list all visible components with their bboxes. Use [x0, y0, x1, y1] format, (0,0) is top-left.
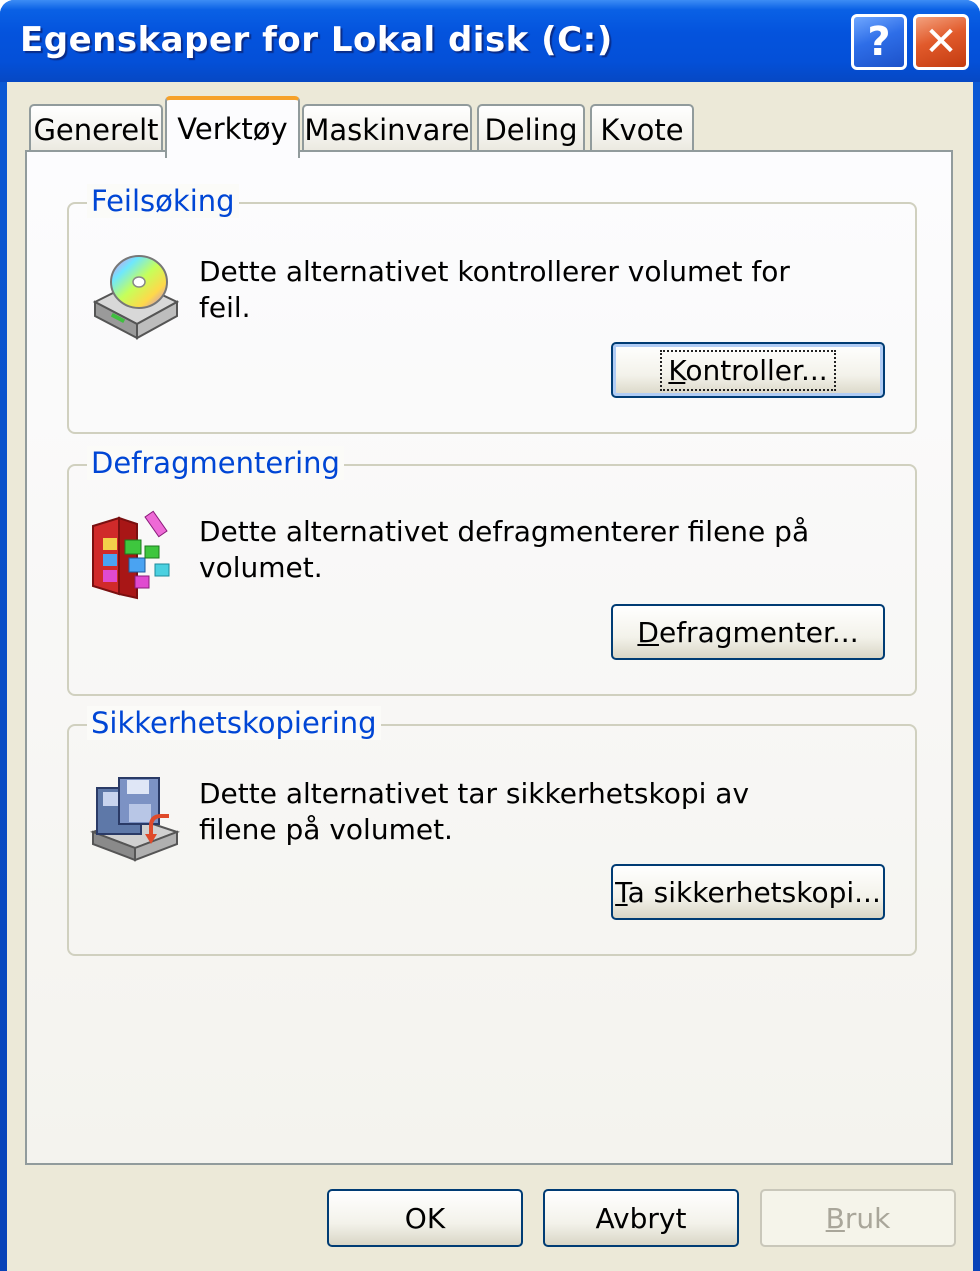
group-description: Dette alternativet kontrollerer volumet …: [199, 255, 790, 324]
button-label-rest: ruk: [844, 1201, 891, 1235]
tab-panel-verktoy: Feilsøking Dette alternativet kontroller…: [25, 150, 953, 1165]
group-description: Dette alternativet defragmenterer filene…: [199, 515, 810, 584]
group-description: Dette alternativet tar sikkerhetskopi av…: [199, 777, 750, 846]
help-icon: ?: [867, 19, 891, 65]
button-label-rest: ontroller...: [685, 353, 828, 387]
check-now-button[interactable]: Kontroller...: [611, 342, 885, 398]
tab-maskinvare[interactable]: Maskinvare: [302, 104, 472, 154]
group-error-check: Feilsøking Dette alternativet kontroller…: [67, 184, 917, 434]
defragment-now-button[interactable]: Defragmenter...: [611, 604, 885, 660]
button-label: Avbryt: [595, 1201, 687, 1235]
tab-label: Generelt: [33, 113, 159, 147]
button-label-rest: a sikkerhetskopi...: [627, 875, 881, 909]
tab-verktoy[interactable]: Verktøy: [165, 96, 300, 158]
tab-generelt[interactable]: Generelt: [29, 104, 163, 154]
button-label: Ta sikkerhetskopi...: [615, 876, 881, 909]
mnemonic: K: [668, 353, 686, 387]
ok-button[interactable]: OK: [327, 1189, 523, 1247]
tab-label: Deling: [484, 113, 578, 147]
close-button[interactable]: ✕: [913, 14, 969, 70]
group-title: Feilsøking: [87, 184, 239, 218]
group-defrag: Defragmentering Dette alternativet defra…: [67, 446, 917, 696]
tab-kvote[interactable]: Kvote: [590, 104, 694, 154]
mnemonic: T: [615, 875, 628, 909]
button-label: Defragmenter...: [637, 616, 858, 649]
mnemonic: D: [637, 615, 659, 649]
tab-label: Kvote: [600, 113, 684, 147]
properties-window: Egenskaper for Lokal disk (C:) ? ✕ Gener…: [0, 0, 980, 1271]
disk-check-icon: [89, 252, 181, 346]
button-label-rest: efragmenter...: [658, 615, 859, 649]
defrag-icon: [89, 510, 181, 606]
tab-deling[interactable]: Deling: [477, 104, 585, 154]
mnemonic: B: [825, 1201, 845, 1235]
button-label: Bruk: [826, 1202, 891, 1235]
backup-now-button[interactable]: Ta sikkerhetskopi...: [611, 864, 885, 920]
apply-button[interactable]: Bruk: [760, 1189, 956, 1247]
title-bar[interactable]: Egenskaper for Lokal disk (C:) ? ✕: [0, 0, 980, 82]
group-title: Defragmentering: [87, 446, 344, 480]
window-title: Egenskaper for Lokal disk (C:): [20, 20, 613, 60]
group-title: Sikkerhetskopiering: [87, 706, 381, 740]
dialog-body: Generelt Verktøy Maskinvare Deling Kvote…: [7, 82, 973, 1271]
tab-label: Maskinvare: [304, 113, 470, 147]
help-button[interactable]: ?: [851, 14, 907, 70]
button-label: Kontroller...: [660, 349, 836, 391]
group-backup: Sikkerhetskopiering Dette alternativet t…: [67, 706, 917, 956]
cancel-button[interactable]: Avbryt: [543, 1189, 739, 1247]
button-label: OK: [404, 1201, 446, 1235]
close-icon: ✕: [924, 19, 958, 65]
tab-label: Verktøy: [177, 112, 288, 146]
backup-icon: [89, 774, 181, 868]
